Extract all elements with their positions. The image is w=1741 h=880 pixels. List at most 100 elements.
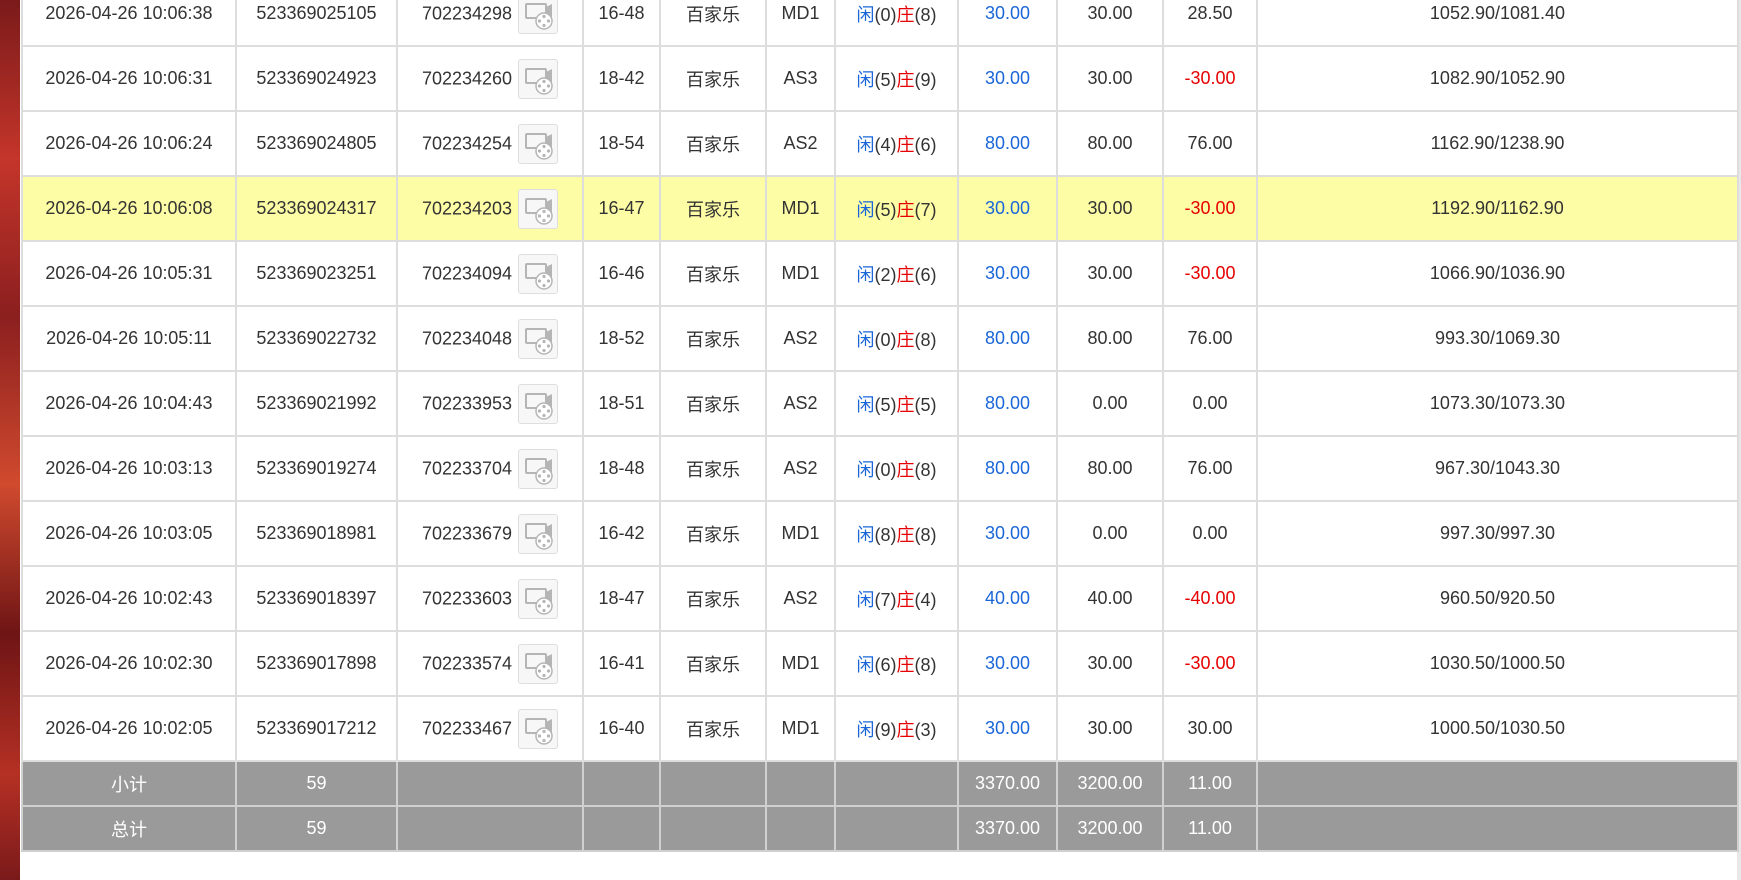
table-number-cell: 18-54 (582, 110, 661, 177)
bet-number-cell: 523369018981 (235, 500, 398, 567)
table-number-cell: 16-40 (582, 695, 661, 762)
table-row: 2026-04-26 10:02:05 523369017212 702233467… (21, 695, 1739, 762)
player-label: 闲 (856, 4, 875, 25)
video-replay-icon[interactable] (518, 643, 559, 684)
game-type-cell: 百家乐 (659, 565, 767, 632)
bet-number-cell: 523369024317 (235, 175, 398, 242)
banker-label: 庄 (896, 264, 915, 285)
valid-bet-cell: 30.00 (1056, 240, 1164, 307)
subtotal-label: 小计 (21, 760, 237, 807)
video-replay-icon[interactable] (518, 318, 559, 359)
banker-score: (8) (914, 4, 937, 25)
balance-cell: 1030.50/1000.50 (1256, 630, 1739, 697)
video-replay-icon[interactable] (518, 448, 559, 489)
table-row: 2026-04-26 10:06:24 523369024805 702234254… (21, 110, 1739, 177)
result-cell: 闲(9)庄(3) (834, 695, 959, 762)
round-id-cell: 702233953 (396, 370, 584, 437)
banker-score: (6) (914, 134, 937, 155)
banker-score: (4) (914, 589, 937, 610)
video-replay-icon[interactable] (518, 253, 559, 294)
banker-score: (7) (914, 199, 937, 220)
player-score: (8) (874, 524, 897, 545)
bet-time-cell: 2026-04-26 10:06:38 (21, 0, 237, 47)
bet-time-cell: 2026-04-26 10:06:08 (21, 175, 237, 242)
bet-amount-cell: 30.00 (957, 0, 1058, 47)
round-id-cell: 702234298 (396, 0, 584, 47)
bet-amount-cell: 30.00 (957, 45, 1058, 112)
round-id: 702233679 (421, 523, 513, 543)
subtotal-bet: 3370.00 (957, 760, 1058, 807)
bet-number-cell: 523369017898 (235, 630, 398, 697)
round-id-cell: 702233603 (396, 565, 584, 632)
round-id-cell: 702234048 (396, 305, 584, 372)
round-id-cell: 702233679 (396, 500, 584, 567)
hall-cell: MD1 (765, 500, 836, 567)
player-label: 闲 (856, 524, 875, 545)
bet-number-cell: 523369017212 (235, 695, 398, 762)
round-id: 702234048 (421, 328, 513, 348)
subtotal-count: 59 (235, 760, 398, 807)
table-row: 2026-04-26 10:03:13 523369019274 702233704… (21, 435, 1739, 502)
bet-number-cell: 523369024805 (235, 110, 398, 177)
video-replay-icon[interactable] (518, 0, 559, 34)
table-number-cell: 18-42 (582, 45, 661, 112)
game-type-cell: 百家乐 (659, 500, 767, 567)
round-id-cell: 702234094 (396, 240, 584, 307)
win-loss-cell: 76.00 (1162, 435, 1258, 502)
balance-cell: 997.30/997.30 (1256, 500, 1739, 567)
balance-cell: 1082.90/1052.90 (1256, 45, 1739, 112)
banker-label: 庄 (896, 719, 915, 740)
valid-bet-cell: 30.00 (1056, 695, 1164, 762)
empty-cell (582, 760, 661, 807)
banker-label: 庄 (896, 329, 915, 350)
video-replay-icon[interactable] (518, 188, 559, 229)
video-replay-icon[interactable] (518, 708, 559, 749)
bet-time-cell: 2026-04-26 10:05:31 (21, 240, 237, 307)
game-type-cell: 百家乐 (659, 630, 767, 697)
video-replay-icon[interactable] (518, 578, 559, 619)
bet-amount-cell: 80.00 (957, 110, 1058, 177)
bet-amount-cell: 80.00 (957, 370, 1058, 437)
bet-amount-cell: 30.00 (957, 695, 1058, 762)
video-replay-icon[interactable] (518, 513, 559, 554)
bet-amount-cell: 80.00 (957, 305, 1058, 372)
table-row: 2026-04-26 10:03:05 523369018981 702233679… (21, 500, 1739, 567)
video-replay-icon[interactable] (518, 58, 559, 99)
valid-bet-cell: 30.00 (1056, 175, 1164, 242)
player-label: 闲 (856, 589, 875, 610)
banker-label: 庄 (896, 394, 915, 415)
player-label: 闲 (856, 394, 875, 415)
hall-cell: AS2 (765, 370, 836, 437)
hall-cell: MD1 (765, 240, 836, 307)
hall-cell: AS2 (765, 435, 836, 502)
player-score: (0) (874, 4, 897, 25)
win-loss-cell: 30.00 (1162, 695, 1258, 762)
valid-bet-cell: 0.00 (1056, 500, 1164, 567)
total-bet: 3370.00 (957, 805, 1058, 852)
balance-cell: 1000.50/1030.50 (1256, 695, 1739, 762)
round-id: 702233467 (421, 718, 513, 738)
empty-cell (582, 805, 661, 852)
bet-number-cell: 523369022732 (235, 305, 398, 372)
table-row: 2026-04-26 10:05:11 523369022732 702234048… (21, 305, 1739, 372)
win-loss-cell: -40.00 (1162, 565, 1258, 632)
win-loss-cell: -30.00 (1162, 630, 1258, 697)
hall-cell: MD1 (765, 630, 836, 697)
empty-cell (396, 805, 584, 852)
round-id-cell: 702234203 (396, 175, 584, 242)
valid-bet-cell: 80.00 (1056, 110, 1164, 177)
banker-score: (8) (914, 524, 937, 545)
video-replay-icon[interactable] (518, 123, 559, 164)
balance-cell: 1073.30/1073.30 (1256, 370, 1739, 437)
hall-cell: MD1 (765, 0, 836, 47)
subtotal-win-loss: 11.00 (1162, 760, 1258, 807)
table-number-cell: 16-42 (582, 500, 661, 567)
game-type-cell: 百家乐 (659, 110, 767, 177)
table-number-cell: 18-48 (582, 435, 661, 502)
table-footer: 小计 59 3370.00 3200.00 11.00 总计 59 3370.0… (21, 760, 1739, 852)
banker-label: 庄 (896, 654, 915, 675)
table-number-cell: 18-51 (582, 370, 661, 437)
game-type-cell: 百家乐 (659, 435, 767, 502)
video-replay-icon[interactable] (518, 383, 559, 424)
balance-cell: 967.30/1043.30 (1256, 435, 1739, 502)
